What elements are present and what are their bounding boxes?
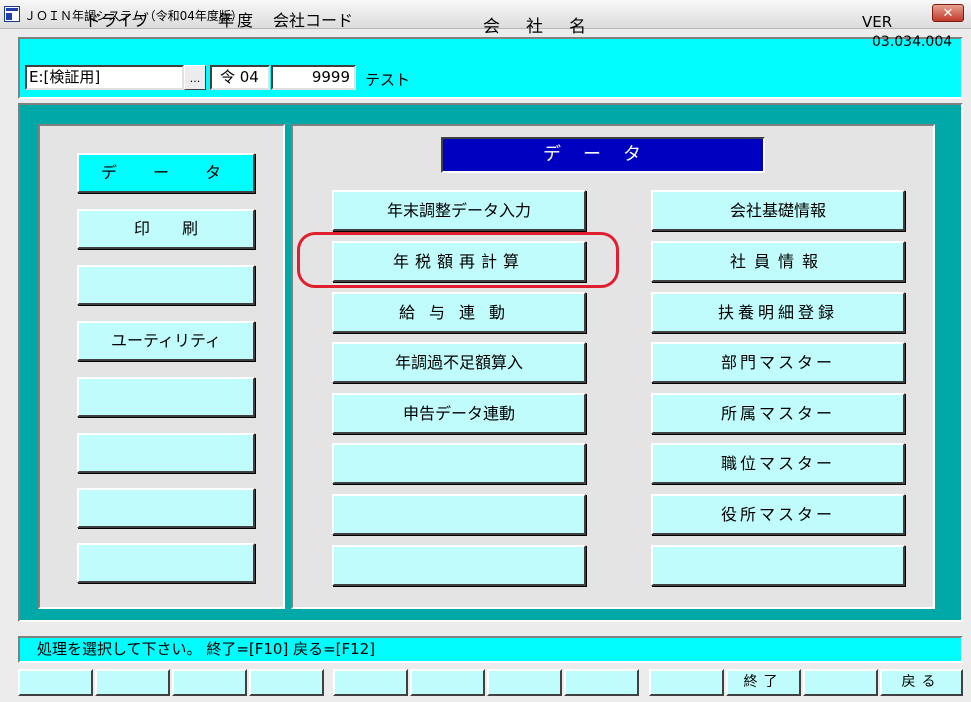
menu-utility-button[interactable]: ユーティリティ bbox=[77, 321, 255, 361]
year-end-shortage-button[interactable]: 年調過不足額算入 bbox=[332, 342, 586, 383]
menu-data-button[interactable]: デ ー タ bbox=[77, 153, 255, 193]
menu-print-button[interactable]: 印 刷 bbox=[77, 209, 255, 249]
department-master-button[interactable]: 部門マスター bbox=[651, 342, 905, 383]
back-button[interactable]: 戻る bbox=[880, 669, 963, 696]
employee-info-button[interactable]: 社員情報 bbox=[651, 241, 905, 282]
declaration-data-link-button[interactable]: 申告データ連動 bbox=[332, 393, 586, 434]
year-field[interactable]: 令 04 bbox=[210, 65, 270, 90]
function-key-f1[interactable] bbox=[18, 669, 93, 696]
function-key-f7[interactable] bbox=[487, 669, 562, 696]
affiliation-master-button[interactable]: 所属マスター bbox=[651, 393, 905, 434]
menu-empty-button[interactable] bbox=[77, 433, 255, 473]
function-key-f9[interactable] bbox=[649, 669, 724, 696]
close-button[interactable]: ✕ bbox=[932, 4, 964, 22]
year-end-data-entry-button[interactable]: 年末調整データ入力 bbox=[332, 190, 586, 231]
empty-function-button[interactable] bbox=[651, 545, 905, 586]
empty-function-button[interactable] bbox=[332, 545, 586, 586]
function-key-f3[interactable] bbox=[172, 669, 247, 696]
drive-label: ドライブ bbox=[85, 11, 150, 30]
menu-empty-button[interactable] bbox=[77, 377, 255, 417]
function-key-f8[interactable] bbox=[564, 669, 639, 696]
end-button[interactable]: 終了 bbox=[726, 669, 801, 696]
app-icon bbox=[4, 6, 20, 22]
function-key-f2[interactable] bbox=[95, 669, 170, 696]
status-bar: 処理を選択して下さい。 終了=[F10] 戻る=[F12] bbox=[18, 636, 963, 663]
year-label: 年度 bbox=[218, 11, 257, 30]
company-code-label: 会社コード bbox=[273, 11, 354, 30]
office-master-button[interactable]: 役所マスター bbox=[651, 494, 905, 535]
company-name-label: 会社名 bbox=[483, 17, 612, 37]
salary-link-button[interactable]: 給与連動 bbox=[332, 292, 586, 333]
section-header: データ bbox=[441, 137, 765, 173]
empty-function-button[interactable] bbox=[332, 443, 586, 484]
function-key-f5[interactable] bbox=[333, 669, 408, 696]
drive-browse-button[interactable]: ... bbox=[184, 65, 206, 90]
menu-empty-button[interactable] bbox=[77, 265, 255, 305]
company-code-field[interactable]: 9999 bbox=[271, 65, 356, 90]
left-menu-panel bbox=[38, 124, 285, 609]
company-name-value: テスト bbox=[365, 71, 411, 89]
menu-empty-button[interactable] bbox=[77, 488, 255, 528]
function-key-f11[interactable] bbox=[803, 669, 878, 696]
menu-empty-button[interactable] bbox=[77, 543, 255, 583]
dependent-registration-button[interactable]: 扶養明細登録 bbox=[651, 292, 905, 333]
version-value: 03.034.004 bbox=[872, 34, 953, 50]
highlight-annotation bbox=[297, 232, 619, 288]
drive-field[interactable]: E:[検証用] bbox=[25, 65, 184, 90]
empty-function-button[interactable] bbox=[332, 494, 586, 535]
position-master-button[interactable]: 職位マスター bbox=[651, 443, 905, 484]
version-label: VER bbox=[862, 13, 893, 31]
company-basic-info-button[interactable]: 会社基礎情報 bbox=[651, 190, 905, 231]
function-key-f4[interactable] bbox=[249, 669, 324, 696]
function-key-f6[interactable] bbox=[410, 669, 485, 696]
